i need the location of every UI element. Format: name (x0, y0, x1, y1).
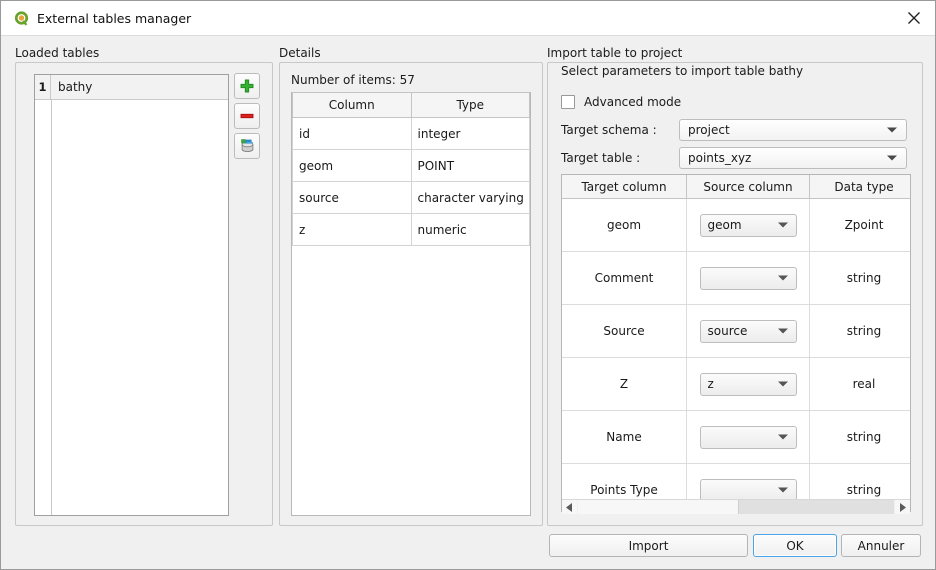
details-col-header-type: Type (411, 92, 530, 118)
mapping-source-cell (686, 251, 810, 305)
list-item[interactable]: 1 bathy (35, 75, 228, 100)
table-row: id integer (292, 117, 530, 150)
close-button[interactable] (891, 1, 935, 35)
triangle-left-icon (566, 502, 572, 512)
details-table: Column Type id integer geom POINT source… (291, 92, 531, 516)
mapping-target-column: Name (562, 410, 687, 464)
source-column-value: z (707, 377, 714, 391)
import-group-label: Import table to project (547, 46, 683, 60)
details-cell-column: source (292, 181, 412, 214)
window-title: External tables manager (37, 11, 192, 26)
mapping-data-type: Zpoint (809, 198, 910, 252)
checkbox-box (561, 95, 575, 109)
source-column-select[interactable]: source (699, 319, 797, 343)
source-column-select[interactable] (699, 266, 797, 290)
details-group-label: Details (279, 46, 321, 60)
chevron-down-icon (777, 381, 788, 387)
import-button[interactable]: Import (549, 534, 748, 557)
source-column-value: source (707, 324, 748, 338)
mapping-target-column: Source (562, 304, 687, 358)
target-schema-value: project (688, 123, 730, 137)
mapping-source-cell: source (686, 304, 810, 358)
chevron-down-icon (777, 434, 788, 440)
source-column-value: geom (707, 218, 742, 232)
mapping-col-header-source: Source column (686, 175, 810, 199)
list-item-index: 1 (35, 75, 51, 99)
cancel-button[interactable]: Annuler (841, 534, 921, 557)
details-header-row: Column Type (292, 92, 530, 118)
list-empty-area (51, 100, 228, 515)
minus-icon (240, 113, 254, 119)
mapping-source-cell: z (686, 357, 810, 411)
target-schema-label: Target schema : (561, 123, 657, 137)
table-row: Source source string (562, 304, 910, 358)
chevron-down-icon (887, 155, 897, 161)
chevron-down-icon (777, 222, 788, 228)
source-column-select[interactable] (699, 425, 797, 449)
source-column-select[interactable]: z (699, 372, 797, 396)
ok-button[interactable]: OK (753, 534, 837, 557)
table-row: Name string (562, 410, 910, 464)
scroll-left-button[interactable] (562, 500, 577, 514)
loaded-tables-group-label: Loaded tables (15, 46, 100, 60)
triangle-right-icon (900, 502, 906, 512)
mapping-col-header-target: Target column (562, 175, 687, 199)
advanced-mode-checkbox[interactable]: Advanced mode (561, 95, 681, 109)
list-item-label: bathy (51, 75, 228, 99)
chevron-down-icon (887, 127, 897, 133)
mapping-data-type: string (809, 410, 910, 464)
table-row: source character varying (292, 181, 530, 214)
details-cell-column: id (292, 117, 412, 150)
import-instruction: Select parameters to import table bathy (561, 64, 804, 78)
mapping-header-row: Target column Source column Data type (562, 175, 910, 199)
details-cell-type: POINT (411, 149, 530, 182)
load-from-database-button[interactable] (234, 133, 260, 159)
database-import-icon (240, 139, 253, 152)
scroll-right-button[interactable] (895, 500, 910, 514)
mapping-col-header-datatype: Data type (809, 175, 910, 199)
table-row: geom POINT (292, 149, 530, 182)
table-row: z numeric (292, 213, 530, 246)
details-cell-column: z (292, 213, 412, 246)
mapping-data-type: string (809, 304, 910, 358)
plus-icon (240, 79, 254, 93)
chevron-down-icon (777, 328, 788, 334)
chevron-down-icon (777, 275, 788, 281)
mapping-source-cell (686, 410, 810, 464)
details-cell-type: integer (411, 117, 530, 150)
add-table-button[interactable] (234, 73, 260, 99)
chevron-down-icon (777, 487, 788, 493)
details-item-count: Number of items: 57 (291, 73, 415, 87)
mapping-data-type: string (809, 251, 910, 305)
details-cell-type: character varying (411, 181, 530, 214)
column-mapping-table: Target column Source column Data type ge… (561, 174, 911, 512)
remove-table-button[interactable] (234, 103, 260, 129)
mapping-horizontal-scrollbar[interactable] (562, 499, 910, 514)
source-column-select[interactable]: geom (699, 213, 797, 237)
loaded-tables-list[interactable]: 1 bathy (34, 74, 229, 516)
mapping-target-column: geom (562, 198, 687, 252)
close-icon (908, 12, 920, 24)
table-row: geom geom Zpoint (562, 198, 910, 252)
table-row: Z z real (562, 357, 910, 411)
mapping-source-cell: geom (686, 198, 810, 252)
mapping-data-type: real (809, 357, 910, 411)
scrollbar-thumb[interactable] (578, 500, 739, 514)
details-cell-column: geom (292, 149, 412, 182)
target-schema-select[interactable]: project (679, 119, 907, 141)
target-table-value: points_xyz (688, 151, 752, 165)
target-table-select[interactable]: points_xyz (679, 147, 907, 169)
mapping-target-column: Comment (562, 251, 687, 305)
mapping-target-column: Z (562, 357, 687, 411)
title-bar: External tables manager (1, 1, 935, 36)
qgis-logo-icon (13, 10, 30, 27)
advanced-mode-label: Advanced mode (584, 95, 682, 109)
details-cell-type: numeric (411, 213, 530, 246)
external-tables-manager-dialog: External tables manager Loaded tables 1 … (0, 0, 936, 570)
scrollbar-track[interactable] (739, 500, 894, 514)
table-row: Comment string (562, 251, 910, 305)
details-col-header-column: Column (292, 92, 412, 118)
target-table-label: Target table : (561, 151, 641, 165)
